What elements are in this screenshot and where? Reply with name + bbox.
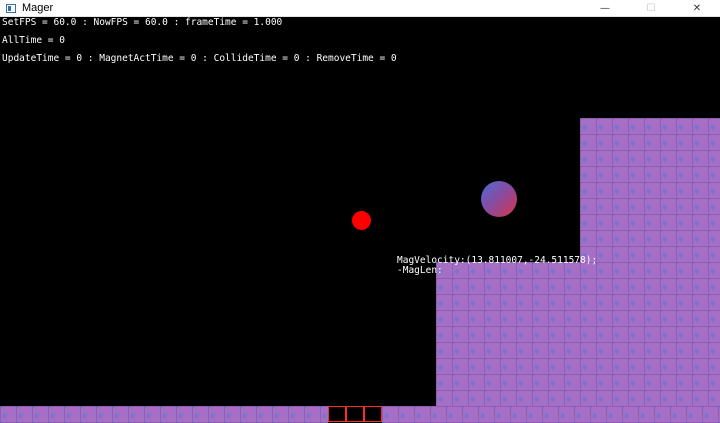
magnet-ball — [481, 181, 517, 217]
tile-wall-right — [580, 118, 720, 407]
goal-block — [328, 406, 346, 422]
debug-alltime-text: AllTime = 0 — [2, 35, 65, 46]
goal-block — [346, 406, 364, 422]
mag-length-text: -MagLen: — [397, 265, 443, 276]
tile-floor-left — [0, 406, 328, 423]
tile-step-platform — [436, 262, 580, 407]
player-ball — [352, 211, 371, 230]
debug-fps-text: SetFPS = 60.0 : NowFPS = 60.0 : frameTim… — [2, 17, 283, 28]
tile-floor-right — [382, 406, 720, 423]
maximize-button[interactable]: ☐ — [628, 0, 674, 17]
game-canvas[interactable]: SetFPS = 60.0 : NowFPS = 60.0 : frameTim… — [0, 17, 720, 423]
close-button[interactable]: ✕ — [674, 0, 720, 17]
window-title: Mager — [22, 2, 54, 14]
minimize-button[interactable]: — — [582, 0, 628, 17]
window-controls: — ☐ ✕ — [582, 0, 720, 17]
window-titlebar[interactable]: Mager — ☐ ✕ — [0, 0, 720, 17]
goal-block — [364, 406, 382, 422]
debug-timing-text: UpdateTime = 0 : MagnetActTime = 0 : Col… — [2, 53, 397, 64]
app-window-icon — [6, 3, 16, 13]
